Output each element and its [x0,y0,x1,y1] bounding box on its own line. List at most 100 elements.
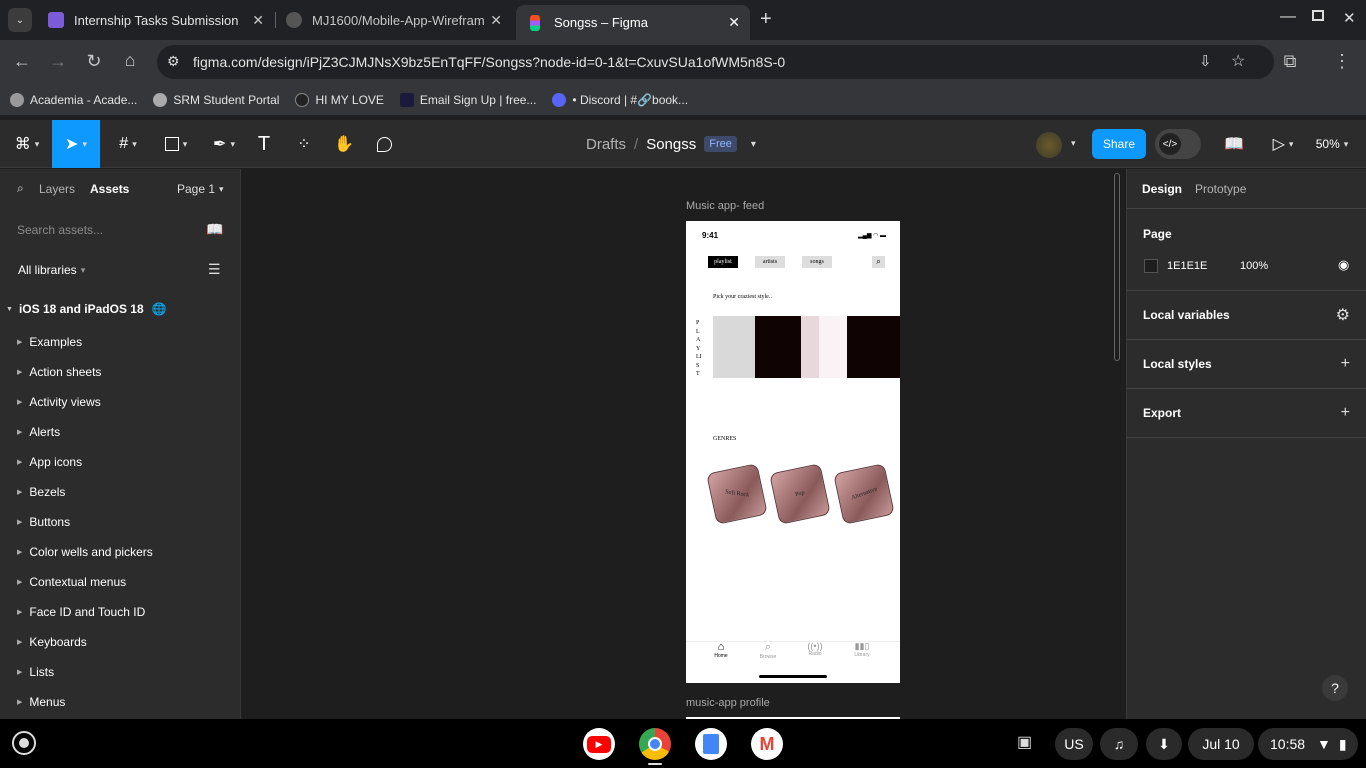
frame-label[interactable]: Music app- feed [686,200,764,212]
local-variables-row[interactable]: Local variables ⚙ [1127,291,1366,340]
resources-button[interactable]: ⁘ [292,120,316,168]
address-bar[interactable]: ⚙ figma.com/design/iPjZ3CJMJNsX9bz5EnTqF… [157,45,1274,79]
breadcrumb-folder[interactable]: Drafts [586,136,626,153]
bookmark-item[interactable]: • Discord | #🔗book... [552,92,688,107]
install-icon[interactable]: ⇩ [1199,52,1212,70]
browser-tab-figma[interactable]: Songss – Figma ✕ [516,5,750,40]
launcher-button[interactable] [12,731,36,755]
home-icon[interactable]: ⌂ [118,50,142,71]
tab-layers[interactable]: Layers [39,169,75,209]
library-button[interactable]: 📖 [1222,120,1246,168]
vertical-scrollbar[interactable] [1114,173,1120,361]
avatar[interactable] [1036,132,1062,158]
system-tray[interactable]: 10:58 ▼ ▮ [1258,728,1358,760]
docs-icon[interactable] [695,728,727,760]
search-input[interactable]: Search assets... [17,223,103,237]
media-controls-icon[interactable]: ♫ [1100,728,1138,760]
screenshot-tray-icon[interactable]: ▣ [1017,732,1032,752]
dev-mode-toggle[interactable]: </> [1155,129,1201,159]
library-header[interactable]: ▼ iOS 18 and iPadOS 18 🌐 [0,293,240,325]
menu-icon[interactable]: ⋮ [1330,51,1354,72]
hand-tool-button[interactable]: ✋ [332,120,356,168]
date-display[interactable]: Jul 10 [1188,728,1254,760]
local-styles-row[interactable]: Local styles + [1127,340,1366,389]
music-app-feed-frame[interactable]: 9:41 ▂▄▆ ◠ ▬ playlist artists songs ⌕ Pi… [686,221,900,683]
settings-sliders-icon[interactable]: ⚙ [1336,305,1350,325]
mailchimp-icon [399,92,414,107]
eye-icon[interactable]: ◉ [1338,257,1349,273]
page-selector[interactable]: Page 1 ▾ [177,169,224,209]
chevron-down-icon[interactable]: ▾ [1071,138,1076,149]
asset-category[interactable]: ▶ Keyboards [0,627,240,657]
move-tool-button[interactable]: ➤ ▾ [52,120,100,168]
page-opacity-value[interactable]: 100% [1240,260,1268,272]
plus-icon[interactable]: + [1341,355,1350,373]
file-name[interactable]: Songss [646,136,696,153]
library-icon: ▮▮▯ [854,641,870,651]
nav-label: Radio [808,651,822,657]
shape-tool-button[interactable]: ▾ [156,120,196,168]
libraries-dropdown[interactable]: All libraries ▾ [18,263,85,277]
present-button[interactable]: ▷ ▾ [1266,120,1300,168]
zoom-menu[interactable]: 50% ▾ [1310,120,1354,168]
asset-category-label: Face ID and Touch ID [29,605,146,619]
new-tab-button[interactable]: + [760,8,772,31]
main-menu-button[interactable]: ⌘ ▾ [6,120,48,168]
minimize-button[interactable]: — [1280,8,1296,26]
asset-category[interactable]: ▶ Color wells and pickers [0,537,240,567]
extensions-icon[interactable]: ⧉ [1278,51,1302,72]
asset-category[interactable]: ▶ Alerts [0,417,240,447]
forward-icon[interactable]: → [46,51,70,72]
bookmark-item[interactable]: Email Sign Up | free... [399,92,536,107]
bookmark-item[interactable]: Academia - Acade... [10,92,137,107]
share-button[interactable]: Share [1092,129,1146,159]
page-color-value[interactable]: 1E1E1E [1167,260,1207,272]
maximize-button[interactable] [1312,10,1324,21]
chrome-icon[interactable] [639,728,671,760]
browser-tab-github[interactable]: MJ1600/Mobile-App-Wirefram ✕ [276,5,512,35]
asset-category[interactable]: ▶ Contextual menus [0,567,240,597]
site-info-icon[interactable]: ⚙ [167,53,180,70]
tab-design[interactable]: Design [1142,182,1182,196]
bookmark-star-icon[interactable]: ☆ [1231,51,1245,71]
close-window-button[interactable]: ✕ [1343,9,1356,27]
bookmark-item[interactable]: SRM Student Portal [153,92,279,107]
asset-category[interactable]: ▶ Bezels [0,477,240,507]
asset-category[interactable]: ▶ App icons [0,447,240,477]
page-color-swatch[interactable] [1144,259,1158,273]
book-icon[interactable]: 📖 [206,221,223,238]
asset-category[interactable]: ▶ Action sheets [0,357,240,387]
export-row[interactable]: Export + [1127,389,1366,438]
close-icon[interactable]: ✕ [728,14,740,31]
plus-icon[interactable]: + [1341,404,1350,422]
asset-category[interactable]: ▶ Face ID and Touch ID [0,597,240,627]
reload-icon[interactable]: ↻ [82,51,106,72]
pen-tool-button[interactable]: ✒ ▾ [204,120,244,168]
tab-prototype[interactable]: Prototype [1195,182,1246,196]
text-tool-button[interactable]: T [252,120,276,168]
close-icon[interactable]: ✕ [490,12,502,29]
browser-tab-internship[interactable]: Internship Tasks Submission ✕ [38,5,274,35]
frame-label[interactable]: music-app profile [686,697,770,709]
list-view-icon[interactable]: ☰ [208,261,221,278]
asset-category[interactable]: ▶ Buttons [0,507,240,537]
search-icon[interactable]: ⌕ [17,181,24,196]
back-icon[interactable]: ← [10,51,34,72]
comment-tool-button[interactable] [372,120,396,168]
youtube-icon[interactable]: ▶ [583,728,615,760]
canvas[interactable]: Music app- feed 9:41 ▂▄▆ ◠ ▬ playlist ar… [241,169,1125,719]
download-icon[interactable]: ⬇ [1146,728,1182,760]
asset-category[interactable]: ▶ Menus [0,687,240,717]
asset-category[interactable]: ▶ Activity views [0,387,240,417]
input-method[interactable]: US [1055,728,1093,760]
frame-tool-button[interactable]: # ▾ [108,120,148,168]
tab-assets[interactable]: Assets [90,169,129,209]
gmail-icon[interactable]: M [751,728,783,760]
chevron-down-icon[interactable]: ▾ [751,139,756,150]
asset-category[interactable]: ▶ Examples [0,327,240,357]
bookmark-item[interactable]: HI MY LOVE [295,92,384,107]
help-button[interactable]: ? [1322,675,1348,701]
asset-category[interactable]: ▶ Lists [0,657,240,687]
tab-search-button[interactable]: ⌄ [8,8,32,32]
close-icon[interactable]: ✕ [252,12,264,29]
